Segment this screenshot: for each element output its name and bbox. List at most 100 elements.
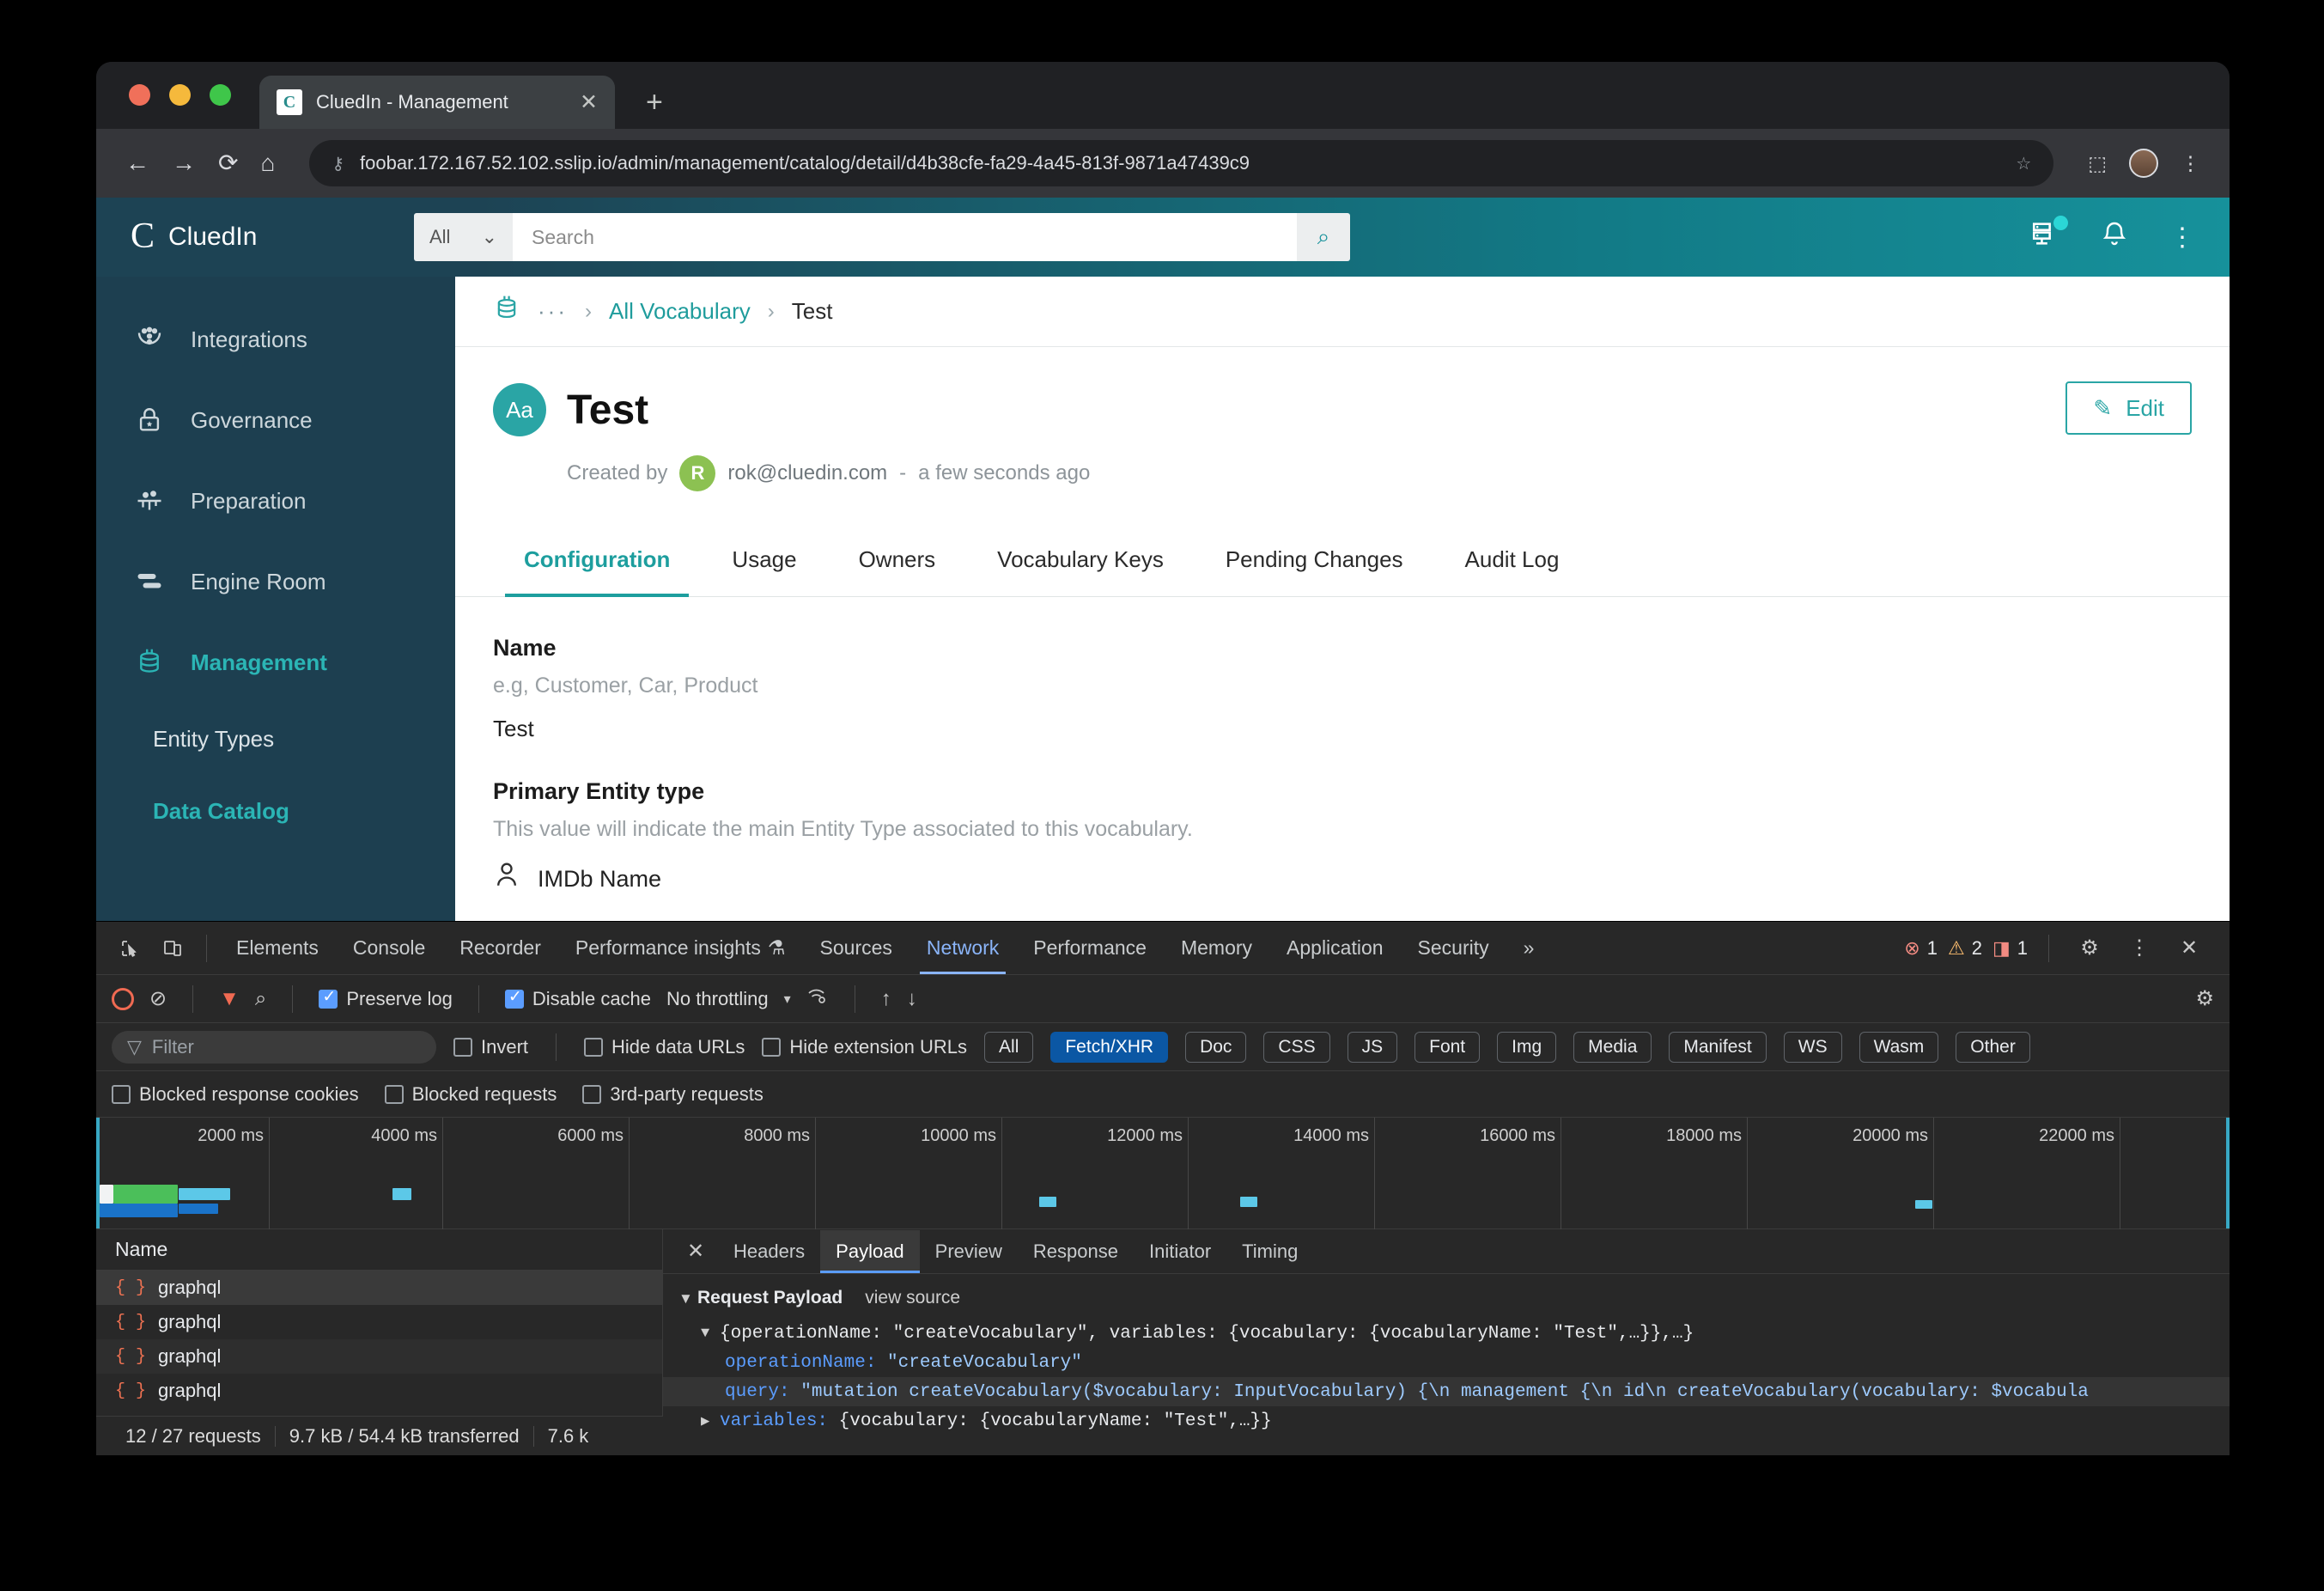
devtools-tab-memory[interactable]: Memory xyxy=(1165,923,1268,974)
import-har-icon[interactable]: ↑ xyxy=(881,987,891,1011)
type-filter-css[interactable]: CSS xyxy=(1263,1031,1330,1063)
throttling-select[interactable]: No throttling xyxy=(666,988,769,1010)
minimize-window-button[interactable] xyxy=(169,84,191,106)
search-icon[interactable]: ⌕ xyxy=(255,987,266,1011)
type-filter-js[interactable]: JS xyxy=(1347,1031,1398,1063)
third-party-requests-checkbox[interactable]: 3rd-party requests xyxy=(582,1083,764,1106)
devtools-tab-recorder[interactable]: Recorder xyxy=(444,923,557,974)
payload-root-line[interactable]: ▼ {operationName: "createVocabulary", va… xyxy=(663,1319,2230,1348)
server-status-icon[interactable] xyxy=(2030,216,2068,255)
device-toolbar-icon[interactable] xyxy=(153,938,192,959)
type-filter-fetch-xhr[interactable]: Fetch/XHR xyxy=(1050,1031,1169,1063)
site-permission-icon[interactable]: ⚷ xyxy=(332,153,344,174)
devtools-tab-application[interactable]: Application xyxy=(1271,923,1399,974)
network-conditions-icon[interactable] xyxy=(806,986,829,1011)
extensions-icon[interactable]: ⬚ xyxy=(2088,152,2107,175)
window-traffic-lights[interactable] xyxy=(129,84,231,106)
tab-owners[interactable]: Owners xyxy=(828,522,967,596)
blocked-requests-checkbox[interactable]: Blocked requests xyxy=(384,1083,557,1106)
new-tab-button[interactable]: + xyxy=(646,88,663,117)
browser-menu-icon[interactable]: ⋮ xyxy=(2181,152,2200,175)
devtools-tabs-overflow[interactable]: » xyxy=(1508,923,1550,974)
breadcrumb-ellipsis[interactable]: ··· xyxy=(538,298,568,325)
warning-count[interactable]: ⚠ 2 xyxy=(1948,937,1982,960)
app-more-menu-icon[interactable]: ⋮ xyxy=(2169,222,2195,253)
detail-tab-payload[interactable]: Payload xyxy=(820,1229,920,1273)
collapse-triangle-icon[interactable]: ▼ xyxy=(678,1290,697,1308)
sidebar-item-integrations[interactable]: Integrations xyxy=(96,299,455,380)
home-button[interactable]: ⌂ xyxy=(260,151,275,175)
clear-network-icon[interactable]: ⊘ xyxy=(149,986,167,1011)
timeline-right-handle[interactable] xyxy=(2226,1118,2230,1228)
devtools-tab-console[interactable]: Console xyxy=(338,923,441,974)
back-button[interactable]: ← xyxy=(125,151,149,175)
devtools-more-icon[interactable]: ⋮ xyxy=(2120,936,2159,960)
detail-tab-preview[interactable]: Preview xyxy=(920,1230,1018,1273)
hide-data-urls-checkbox[interactable]: Hide data URLs xyxy=(584,1036,745,1058)
filter-input[interactable]: ▽ Filter xyxy=(112,1030,436,1064)
inspect-element-icon[interactable] xyxy=(110,938,149,959)
bell-icon[interactable] xyxy=(2101,220,2128,254)
request-list-header[interactable]: Name xyxy=(96,1229,662,1271)
table-row[interactable]: { } graphql xyxy=(96,1271,662,1305)
payload-variables-line[interactable]: ▶ variables: {vocabulary: {vocabularyNam… xyxy=(663,1406,2230,1436)
table-row[interactable]: { } graphql xyxy=(96,1374,662,1408)
breadcrumb-link-all-vocabulary[interactable]: All Vocabulary xyxy=(609,298,751,325)
edit-button[interactable]: ✎ Edit xyxy=(2065,381,2192,435)
devtools-tab-sources[interactable]: Sources xyxy=(805,923,908,974)
issue-count[interactable]: ◨ 1 xyxy=(1992,937,2028,960)
close-tab-icon[interactable]: ✕ xyxy=(580,91,598,113)
global-search[interactable]: All ⌄ Search ⌕ xyxy=(414,213,1350,261)
error-count[interactable]: ⊗ 1 xyxy=(1904,937,1938,960)
gear-icon[interactable]: ⚙ xyxy=(2070,936,2109,960)
table-row[interactable]: { } graphql xyxy=(96,1305,662,1339)
search-icon[interactable]: ⌕ xyxy=(1297,213,1350,261)
bookmark-star-icon[interactable]: ☆ xyxy=(2016,153,2031,174)
tab-audit-log[interactable]: Audit Log xyxy=(1434,522,1591,596)
chevron-down-icon[interactable]: ▾ xyxy=(784,991,791,1008)
network-settings-icon[interactable]: ⚙ xyxy=(2195,986,2214,1011)
devtools-tab-performance[interactable]: Performance xyxy=(1018,923,1162,974)
export-har-icon[interactable]: ↓ xyxy=(907,987,917,1011)
search-scope-select[interactable]: All ⌄ xyxy=(414,213,513,261)
tab-pending-changes[interactable]: Pending Changes xyxy=(1195,522,1434,596)
network-timeline-overview[interactable]: 2000 ms 4000 ms 6000 ms 8000 ms 10000 ms… xyxy=(96,1118,2230,1229)
tab-configuration[interactable]: Configuration xyxy=(493,522,701,597)
blocked-response-cookies-checkbox[interactable]: Blocked response cookies xyxy=(112,1083,359,1106)
sidebar-item-engine-room[interactable]: Engine Room xyxy=(96,541,455,622)
address-bar[interactable]: ⚷ foobar.172.167.52.102.sslip.io/admin/m… xyxy=(309,140,2054,186)
close-window-button[interactable] xyxy=(129,84,150,106)
close-devtools-icon[interactable]: ✕ xyxy=(2169,936,2209,960)
expand-triangle-icon[interactable]: ▼ xyxy=(701,1326,720,1342)
type-filter-wasm[interactable]: Wasm xyxy=(1859,1031,1939,1063)
detail-tab-headers[interactable]: Headers xyxy=(718,1230,820,1273)
disable-cache-checkbox[interactable]: Disable cache xyxy=(504,987,651,1010)
view-source-link[interactable]: view source xyxy=(865,1288,960,1308)
devtools-tab-security[interactable]: Security xyxy=(1402,923,1505,974)
record-button[interactable] xyxy=(112,987,134,1010)
tab-vocabulary-keys[interactable]: Vocabulary Keys xyxy=(966,522,1195,596)
type-filter-font[interactable]: Font xyxy=(1414,1031,1481,1063)
search-input[interactable]: Search xyxy=(513,213,1297,261)
app-logo[interactable]: C CluedIn xyxy=(131,218,414,254)
sidebar-item-preparation[interactable]: Preparation xyxy=(96,460,455,541)
payload-section-title[interactable]: ▼ Request Payload xyxy=(678,1288,843,1308)
devtools-tab-network[interactable]: Network xyxy=(911,923,1014,974)
browser-tab[interactable]: C CluedIn - Management ✕ xyxy=(259,76,615,129)
devtools-tab-performance-insights[interactable]: Performance insights ⚗ xyxy=(560,923,801,974)
type-filter-all[interactable]: All xyxy=(984,1031,1034,1063)
detail-tab-response[interactable]: Response xyxy=(1018,1230,1134,1273)
sidebar-item-entity-types[interactable]: Entity Types xyxy=(96,703,455,775)
type-filter-img[interactable]: Img xyxy=(1497,1031,1557,1063)
type-filter-media[interactable]: Media xyxy=(1573,1031,1652,1063)
forward-button[interactable]: → xyxy=(172,151,196,175)
profile-avatar[interactable] xyxy=(2129,149,2158,178)
hide-extension-urls-checkbox[interactable]: Hide extension URLs xyxy=(762,1036,967,1058)
maximize-window-button[interactable] xyxy=(210,84,231,106)
detail-tab-initiator[interactable]: Initiator xyxy=(1134,1230,1226,1273)
preserve-log-checkbox[interactable]: Preserve log xyxy=(319,987,453,1010)
invert-checkbox[interactable]: Invert xyxy=(453,1036,528,1058)
table-row[interactable]: { } graphql xyxy=(96,1339,662,1374)
sidebar-item-governance[interactable]: Governance xyxy=(96,380,455,460)
type-filter-doc[interactable]: Doc xyxy=(1185,1031,1247,1063)
